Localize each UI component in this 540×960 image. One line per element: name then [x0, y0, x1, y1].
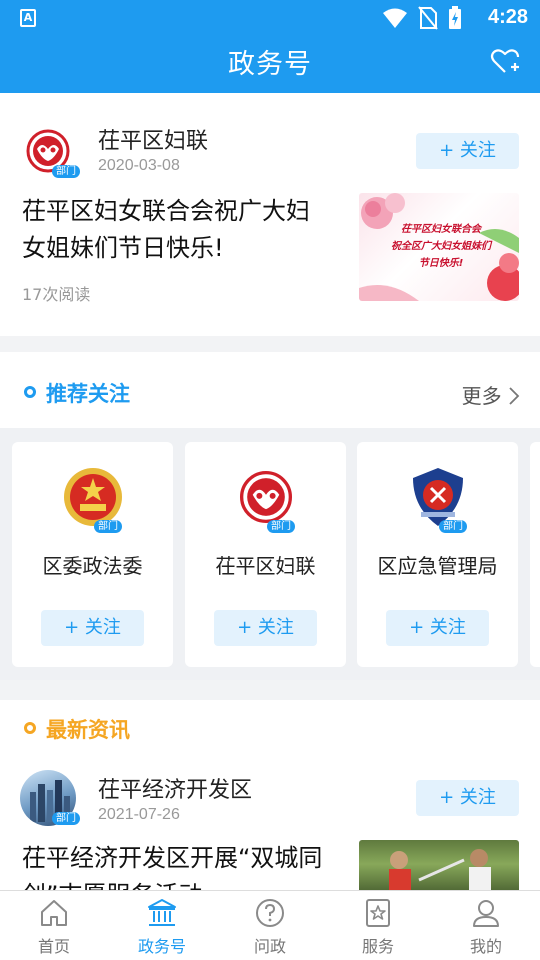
tab-government-accounts[interactable]: 政务号 — [108, 891, 216, 960]
follow-button[interactable]: + 关注 — [214, 610, 317, 646]
recommend-card[interactable]: 部门 茌平区妇联 + 关注 — [185, 442, 346, 667]
tab-label: 问政 — [253, 937, 286, 956]
home-icon — [41, 900, 67, 926]
latest-article-card[interactable]: 部门 茌平经济开发区 2021-07-26 + 关注 茌平经济开发区开展“双城同… — [0, 760, 540, 890]
thumb-caption: 茌平区妇女联合会 祝全区广大妇女姐妹们 节日快乐! — [377, 221, 505, 272]
question-icon — [256, 899, 284, 927]
thumb-caption-line: 茌平区妇女联合会 — [401, 224, 481, 235]
no-sim-icon — [418, 6, 438, 30]
status-bar: A 4:28 — [0, 0, 540, 36]
section-title: 推荐关注 — [46, 382, 130, 406]
latest-section-header: 最新资讯 — [0, 700, 540, 760]
article-thumbnail[interactable] — [359, 840, 519, 890]
account-name[interactable]: 茌平经济开发区 — [98, 772, 252, 804]
account-avatar — [235, 466, 297, 528]
app-notification-icon: A — [20, 9, 36, 27]
post-date: 2020-03-08 — [98, 157, 180, 174]
dept-badge: 部门 — [94, 520, 122, 533]
follow-button[interactable]: + 关注 — [416, 133, 519, 169]
recommend-carousel[interactable]: 部门 区委政法委 + 关注 部门 茌平区妇联 + 关注 部门 区应急管理局 + … — [0, 428, 540, 680]
tab-label: 首页 — [37, 937, 70, 956]
more-link[interactable]: 更多 — [462, 380, 520, 409]
article-title-line: 创”志愿服务活动 — [22, 877, 322, 890]
thumb-caption-line: 祝全区广大妇女姐妹们 — [391, 241, 491, 252]
read-count: 17次阅读 — [22, 285, 91, 304]
section-dot-icon — [24, 722, 36, 734]
heart-plus-icon[interactable] — [490, 46, 520, 76]
app-header: A 4:28 政务号 — [0, 0, 540, 93]
recommend-card[interactable]: 部门 区委政法委 + 关注 — [12, 442, 173, 667]
status-time: 4:28 — [487, 6, 528, 28]
follow-button[interactable]: + 关注 — [41, 610, 144, 646]
tab-inquiry[interactable]: 问政 — [216, 891, 324, 960]
wifi-icon — [383, 8, 407, 28]
government-building-icon — [148, 899, 176, 926]
section-title: 最新资讯 — [46, 718, 130, 742]
dept-badge: 部门 — [52, 812, 80, 825]
dept-badge: 部门 — [267, 520, 295, 533]
account-avatar — [62, 466, 124, 528]
section-dot-icon — [24, 386, 36, 398]
recommend-section-header: 推荐关注 更多 — [0, 352, 540, 428]
recommend-name: 区委政法委 — [42, 554, 143, 578]
bottom-tab-bar: 首页 政务号 问政 服务 我的 — [0, 890, 540, 960]
court-emblem-icon — [64, 468, 122, 526]
article-title-line: 茌平区妇女联合会祝广大妇 — [22, 197, 310, 225]
tab-label: 政务号 — [137, 937, 186, 956]
recommend-name: 茌平区妇联 — [215, 554, 316, 578]
account-avatar — [407, 466, 469, 528]
tab-label: 我的 — [469, 937, 502, 956]
tab-services[interactable]: 服务 — [324, 891, 432, 960]
dept-badge: 部门 — [52, 165, 80, 178]
dept-badge: 部门 — [439, 520, 467, 533]
post-date: 2021-07-26 — [98, 806, 180, 823]
star-bookmark-icon — [366, 899, 390, 927]
featured-article-card[interactable]: 部门 茌平区妇联 2020-03-08 + 关注 茌平区妇女联合会祝广大妇 女姐… — [0, 93, 540, 336]
user-icon — [473, 900, 499, 927]
volunteer-photo-icon — [389, 849, 491, 890]
status-icons — [382, 6, 462, 30]
womens-federation-icon — [239, 470, 293, 524]
chevron-right-icon — [509, 387, 520, 405]
article-title-line: 女姐妹们节日快乐! — [22, 234, 224, 262]
follow-button[interactable]: + 关注 — [416, 780, 519, 816]
article-title-line: 茌平经济开发区开展“双城同 — [22, 844, 323, 872]
follow-button[interactable]: + 关注 — [386, 610, 489, 646]
page-title: 政务号 — [228, 49, 312, 80]
tab-profile[interactable]: 我的 — [432, 891, 540, 960]
recommend-card[interactable]: 部门 区应急管理局 + 关注 — [357, 442, 518, 667]
recommend-name: 区应急管理局 — [377, 554, 498, 578]
emergency-mgmt-icon — [413, 468, 463, 526]
article-title[interactable]: 茌平经济开发区开展“双城同 创”志愿服务活动 — [22, 840, 322, 890]
account-name[interactable]: 茌平区妇联 — [98, 123, 208, 155]
article-title[interactable]: 茌平区妇女联合会祝广大妇 女姐妹们节日快乐! — [22, 193, 310, 267]
tab-label: 服务 — [361, 937, 394, 956]
battery-charging-icon — [449, 6, 461, 29]
article-thumbnail[interactable]: 茌平区妇女联合会 祝全区广大妇女姐妹们 节日快乐! — [359, 193, 519, 301]
more-label: 更多 — [461, 384, 502, 408]
thumb-caption-line: 节日快乐! — [418, 258, 464, 269]
recommend-card-peek[interactable] — [530, 442, 540, 667]
tab-home[interactable]: 首页 — [0, 891, 108, 960]
